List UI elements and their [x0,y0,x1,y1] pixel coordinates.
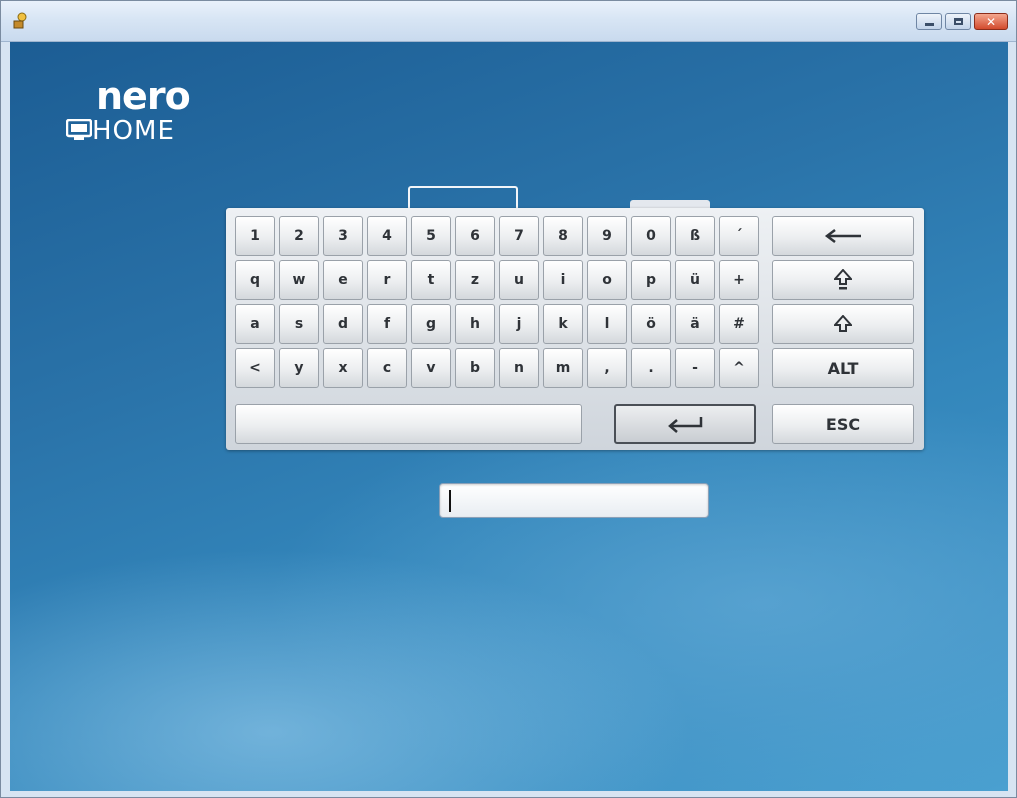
key-3-8[interactable]: , [587,348,627,388]
maximize-icon [953,18,963,25]
app-window: ✕ nero HOME ALT ESC 1 2 3 4 5 6 7 8 9 0 … [0,0,1017,798]
key-0-7[interactable]: 8 [543,216,583,256]
key-3-0[interactable]: < [235,348,275,388]
backspace-arrow-icon [824,229,861,243]
key-3-11[interactable]: ^ [719,348,759,388]
esc-key[interactable]: ESC [772,404,914,444]
main-content: nero HOME ALT ESC 1 2 3 4 5 6 7 8 9 0 ß … [10,42,1008,791]
key-0-0[interactable]: 1 [235,216,275,256]
close-icon: ✕ [985,14,997,29]
text-input-field[interactable] [439,483,709,518]
key-1-4[interactable]: t [411,260,451,300]
enter-icon [668,417,703,433]
title-bar[interactable]: ✕ [1,1,1016,42]
minimize-icon [924,22,934,26]
key-1-10[interactable]: ü [675,260,715,300]
key-1-8[interactable]: o [587,260,627,300]
key-1-7[interactable]: i [543,260,583,300]
logo-product: HOME [92,116,175,146]
key-1-3[interactable]: r [367,260,407,300]
key-3-9[interactable]: . [631,348,671,388]
window-controls: ✕ [916,13,1008,30]
key-2-8[interactable]: l [587,304,627,344]
alt-key[interactable]: ALT [772,348,914,388]
key-2-6[interactable]: j [499,304,539,344]
key-2-4[interactable]: g [411,304,451,344]
enter-key[interactable] [614,404,756,444]
key-3-6[interactable]: n [499,348,539,388]
key-3-4[interactable]: v [411,348,451,388]
key-1-9[interactable]: p [631,260,671,300]
key-2-7[interactable]: k [543,304,583,344]
key-3-2[interactable]: x [323,348,363,388]
key-0-1[interactable]: 2 [279,216,319,256]
key-2-0[interactable]: a [235,304,275,344]
key-0-11[interactable]: ´ [719,216,759,256]
key-1-5[interactable]: z [455,260,495,300]
app-icon [13,12,27,29]
key-0-6[interactable]: 7 [499,216,539,256]
key-3-10[interactable]: - [675,348,715,388]
key-0-2[interactable]: 3 [323,216,363,256]
key-2-5[interactable]: h [455,304,495,344]
caps-lock-key[interactable] [772,260,914,300]
key-2-10[interactable]: ä [675,304,715,344]
shift-icon [834,315,852,332]
key-2-2[interactable]: d [323,304,363,344]
key-0-9[interactable]: 0 [631,216,671,256]
key-3-3[interactable]: c [367,348,407,388]
key-0-5[interactable]: 6 [455,216,495,256]
close-button[interactable]: ✕ [974,13,1008,30]
key-1-0[interactable]: q [235,260,275,300]
key-2-9[interactable]: ö [631,304,671,344]
key-0-3[interactable]: 4 [367,216,407,256]
key-1-11[interactable]: + [719,260,759,300]
key-3-1[interactable]: y [279,348,319,388]
maximize-button[interactable] [945,13,971,30]
shift-key[interactable] [772,304,914,344]
key-2-3[interactable]: f [367,304,407,344]
logo-brand: nero [96,74,191,118]
nero-home-logo: nero HOME [56,74,226,146]
key-0-10[interactable]: ß [675,216,715,256]
on-screen-keyboard: ALT ESC 1 2 3 4 5 6 7 8 9 0 ß ´ q w e r t z u i o p ü + a s d f g h j k… [226,208,924,450]
key-0-8[interactable]: 9 [587,216,627,256]
key-3-5[interactable]: b [455,348,495,388]
caps-lock-icon [834,269,852,290]
key-2-11[interactable]: # [719,304,759,344]
tv-icon [66,119,92,140]
key-1-6[interactable]: u [499,260,539,300]
key-0-4[interactable]: 5 [411,216,451,256]
key-1-1[interactable]: w [279,260,319,300]
key-3-7[interactable]: m [543,348,583,388]
backspace-key[interactable] [772,216,914,256]
space-key[interactable] [235,404,582,444]
text-caret [449,490,451,512]
key-1-2[interactable]: e [323,260,363,300]
minimize-button[interactable] [916,13,942,30]
key-2-1[interactable]: s [279,304,319,344]
